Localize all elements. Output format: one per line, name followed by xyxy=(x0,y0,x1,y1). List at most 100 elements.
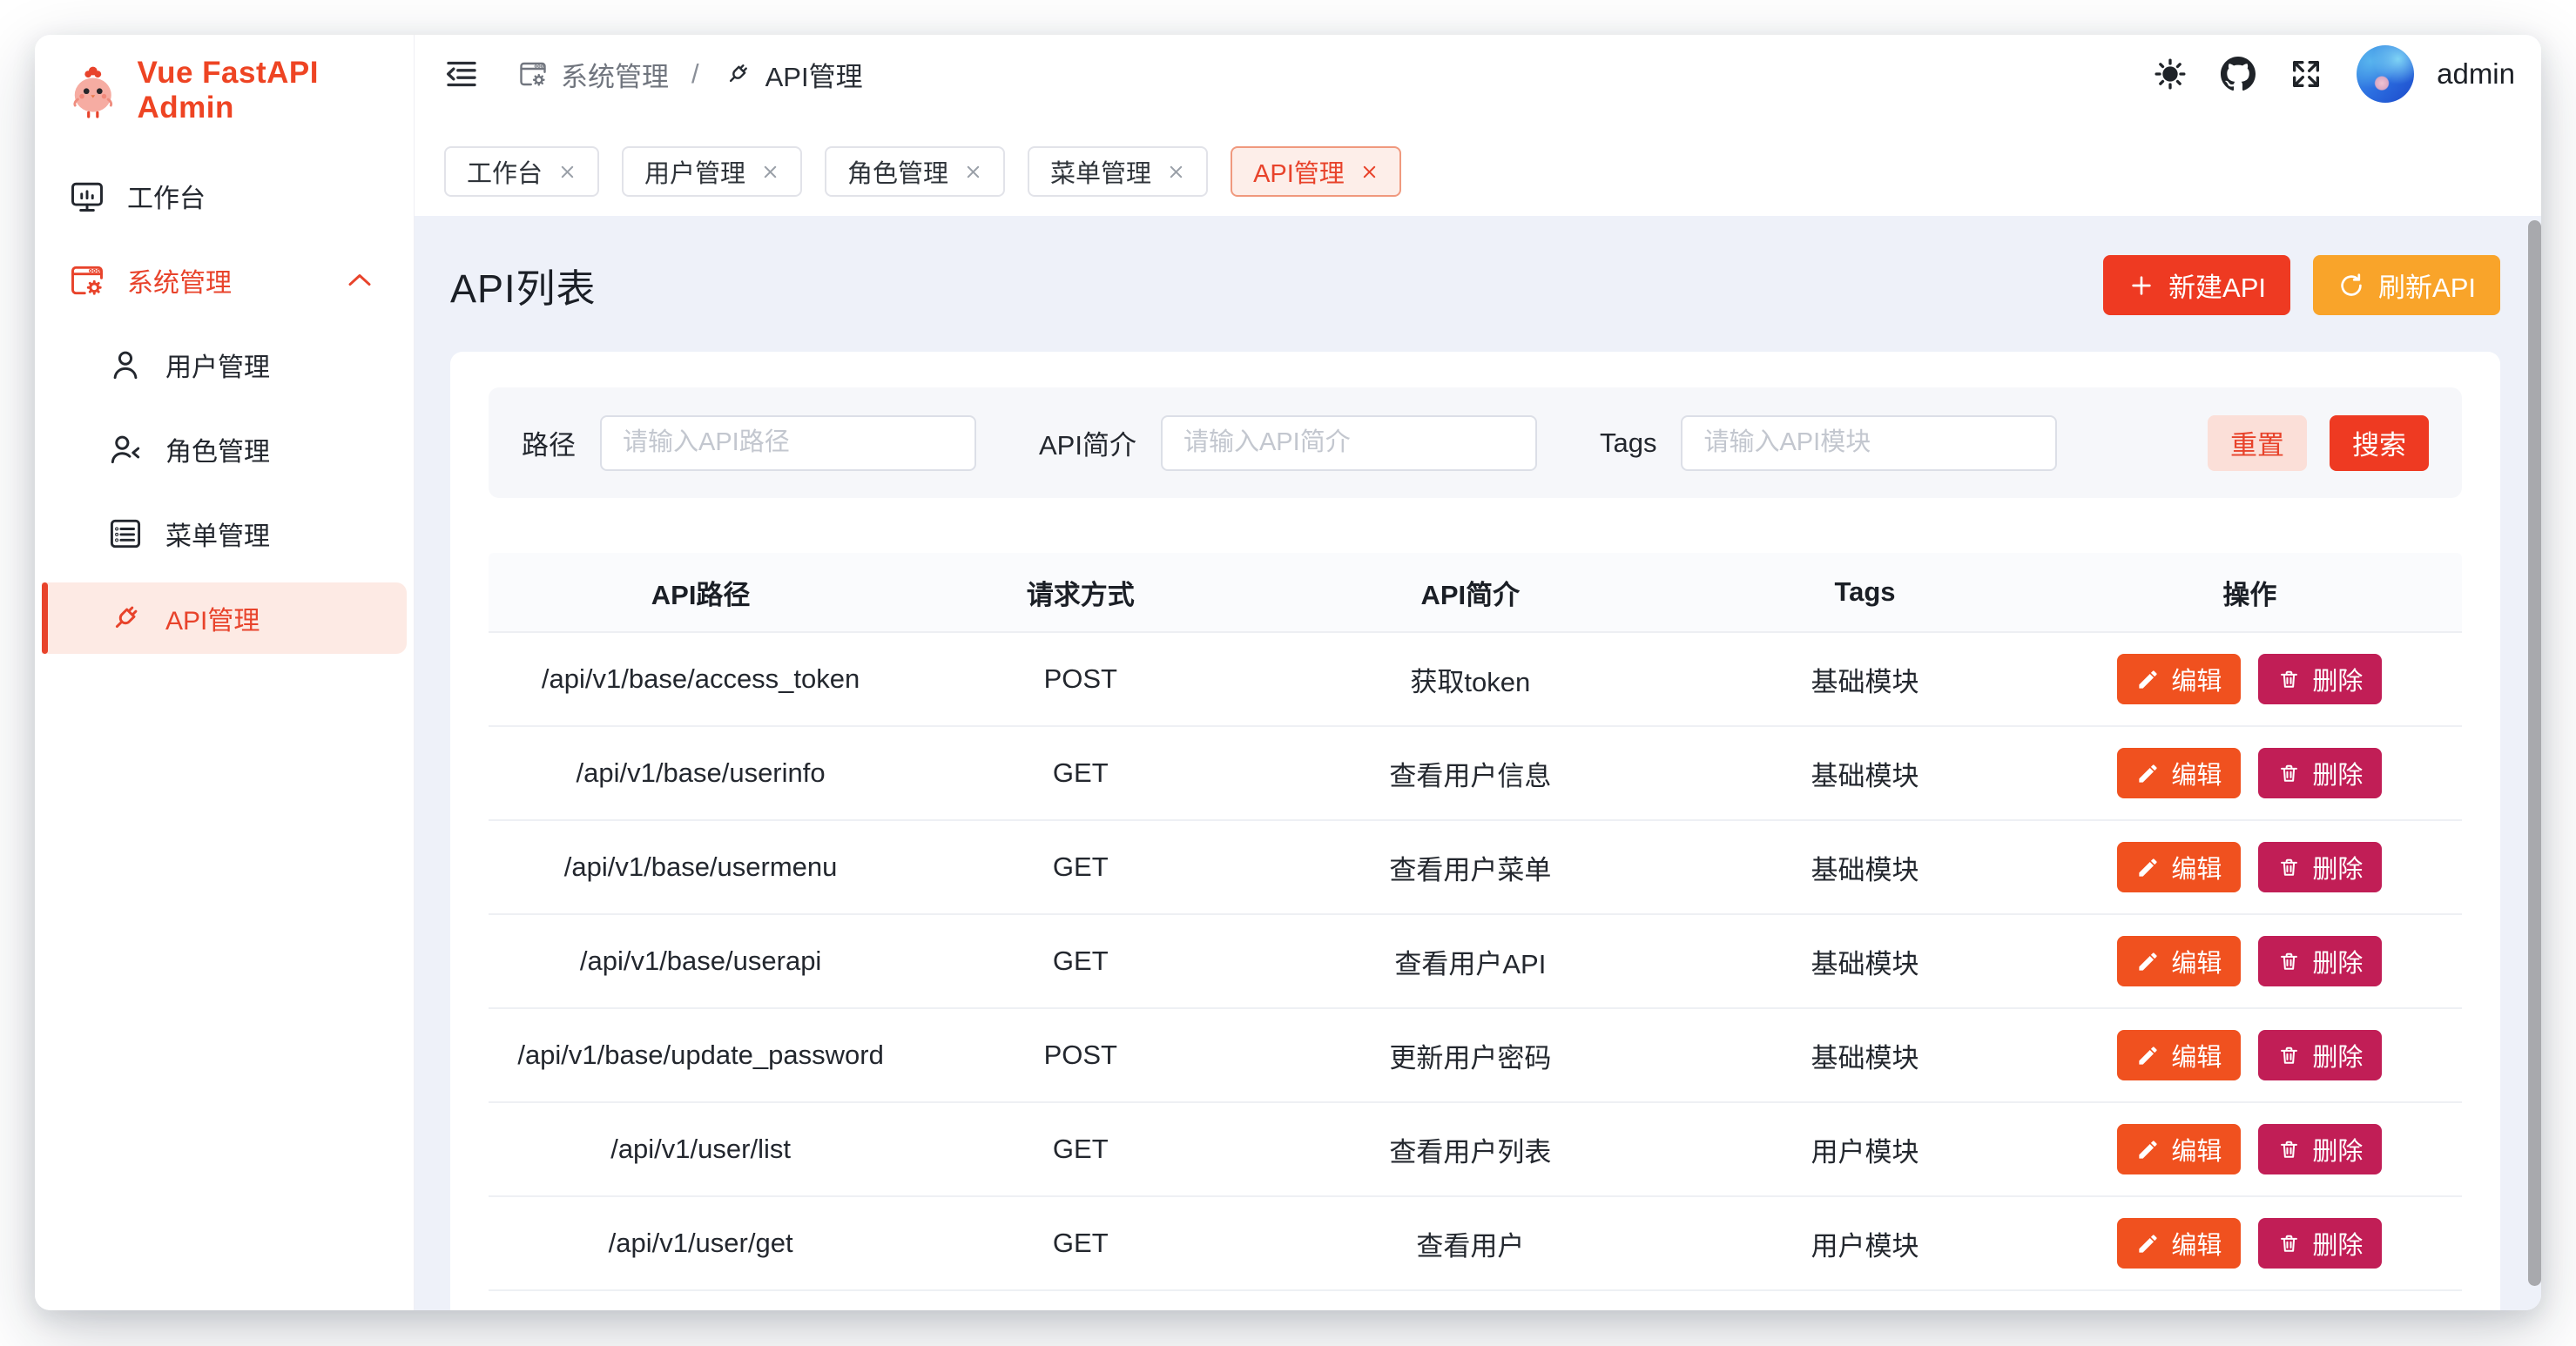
vertical-scrollbar-thumb[interactable] xyxy=(2528,220,2541,1286)
table-row-partial xyxy=(489,1291,2462,1310)
tab-close-icon[interactable] xyxy=(558,163,577,181)
sidebar-menu: 工作台 系统管理 用户管 xyxy=(35,146,414,654)
content-area: API列表 新建API 刷新API 路径 xyxy=(415,216,2541,1310)
tab-label: API管理 xyxy=(1253,153,1345,190)
path-input[interactable] xyxy=(600,415,976,471)
username[interactable]: admin xyxy=(2437,57,2515,91)
delete-button[interactable]: 删除 xyxy=(2258,842,2382,892)
cell-method: GET xyxy=(913,757,1248,789)
fullscreen-icon[interactable] xyxy=(2289,57,2323,91)
breadcrumb-system[interactable]: 系统管理 xyxy=(517,55,669,94)
tab-close-icon[interactable] xyxy=(761,163,779,181)
github-icon[interactable] xyxy=(2221,57,2256,91)
table-row: /api/v1/base/usermenu GET 查看用户菜单 基础模块 编辑… xyxy=(489,821,2462,915)
edit-button[interactable]: 编辑 xyxy=(2117,748,2241,798)
cell-path: /api/v1/base/userapi xyxy=(489,946,913,977)
col-summary: API简介 xyxy=(1248,573,1692,612)
pencil-icon xyxy=(2136,950,2160,973)
trash-icon xyxy=(2277,762,2301,785)
edit-button[interactable]: 编辑 xyxy=(2117,842,2241,892)
breadcrumb-separator: / xyxy=(691,58,699,90)
user-avatar[interactable] xyxy=(2357,45,2414,103)
table-row: /api/v1/base/userapi GET 查看用户API 基础模块 编辑… xyxy=(489,915,2462,1009)
edit-button[interactable]: 编辑 xyxy=(2117,936,2241,986)
reset-button[interactable]: 重置 xyxy=(2208,415,2307,471)
filter-bar: 路径 API简介 Tags 重置 搜索 xyxy=(489,387,2462,498)
tab[interactable]: 菜单管理 xyxy=(1028,146,1208,197)
theme-sun-icon[interactable] xyxy=(2153,57,2188,91)
cell-summary: 获取token xyxy=(1248,660,1692,699)
cell-tags: 基础模块 xyxy=(1692,942,2038,981)
tab[interactable]: API管理 xyxy=(1231,146,1401,197)
cell-path: /api/v1/base/userinfo xyxy=(489,757,913,789)
tab-close-icon[interactable] xyxy=(1167,163,1185,181)
breadcrumb-label: API管理 xyxy=(765,55,863,94)
cell-method: GET xyxy=(913,851,1248,883)
cell-tags: 基础模块 xyxy=(1692,1036,2038,1075)
refresh-api-button[interactable]: 刷新API xyxy=(2313,255,2500,315)
cell-method: GET xyxy=(913,946,1248,977)
sidebar-item-label: 角色管理 xyxy=(165,430,270,468)
summary-input[interactable] xyxy=(1161,415,1537,471)
delete-button[interactable]: 删除 xyxy=(2258,1124,2382,1174)
top-header: 系统管理 / API管理 xyxy=(415,35,2541,113)
cell-tags: 基础模块 xyxy=(1692,848,2038,887)
breadcrumb-label: 系统管理 xyxy=(561,55,669,94)
trash-icon xyxy=(2277,856,2301,879)
breadcrumb: 系统管理 / API管理 xyxy=(517,55,863,94)
tab[interactable]: 工作台 xyxy=(444,146,599,197)
edit-button[interactable]: 编辑 xyxy=(2117,1124,2241,1174)
sidebar-item-roles[interactable]: 角色管理 xyxy=(42,414,407,485)
main-area: 系统管理 / API管理 xyxy=(415,35,2541,1310)
edit-button[interactable]: 编辑 xyxy=(2117,654,2241,704)
cell-tags: 基础模块 xyxy=(1692,660,2038,699)
tab-close-icon[interactable] xyxy=(964,163,982,181)
tab-label: 用户管理 xyxy=(644,153,745,190)
api-list-card: 路径 API简介 Tags 重置 搜索 API路径 请求方式 API简介 Tag… xyxy=(450,352,2500,1310)
cell-path: /api/v1/base/update_password xyxy=(489,1040,913,1071)
tags-input[interactable] xyxy=(1681,415,2057,471)
sidebar-item-api[interactable]: API管理 xyxy=(42,582,407,654)
path-label: 路径 xyxy=(522,423,576,462)
api-table-body: /api/v1/base/access_token POST 获取token 基… xyxy=(489,633,2462,1291)
sidebar-item-label: 用户管理 xyxy=(165,346,270,384)
sidebar-item-workbench[interactable]: 工作台 xyxy=(42,160,407,232)
chick-logo-icon xyxy=(63,59,124,122)
api-plug-icon xyxy=(722,58,753,90)
tags-label: Tags xyxy=(1600,427,1656,459)
sidebar-item-users[interactable]: 用户管理 xyxy=(42,329,407,400)
col-actions: 操作 xyxy=(2038,573,2462,612)
table-row: /api/v1/base/update_password POST 更新用户密码… xyxy=(489,1009,2462,1103)
cell-method: POST xyxy=(913,663,1248,695)
trash-icon xyxy=(2277,950,2301,973)
tab[interactable]: 角色管理 xyxy=(825,146,1005,197)
sidebar-item-system[interactable]: 系统管理 xyxy=(42,245,407,316)
search-button[interactable]: 搜索 xyxy=(2330,415,2429,471)
collapse-sidebar-icon[interactable] xyxy=(444,57,479,91)
new-api-button[interactable]: 新建API xyxy=(2103,255,2290,315)
delete-button[interactable]: 删除 xyxy=(2258,654,2382,704)
table-row: /api/v1/base/access_token POST 获取token 基… xyxy=(489,633,2462,727)
table-row: /api/v1/user/list GET 查看用户列表 用户模块 编辑 删除 xyxy=(489,1103,2462,1197)
app-title: Vue FastAPI Admin xyxy=(138,56,414,125)
pencil-icon xyxy=(2136,1044,2160,1067)
sidebar-item-menus[interactable]: 菜单管理 xyxy=(42,498,407,569)
delete-button[interactable]: 删除 xyxy=(2258,1030,2382,1080)
sidebar-item-label: API管理 xyxy=(165,599,260,637)
tab-close-icon[interactable] xyxy=(1360,163,1379,181)
delete-button[interactable]: 删除 xyxy=(2258,1218,2382,1269)
table-row: /api/v1/base/userinfo GET 查看用户信息 基础模块 编辑… xyxy=(489,727,2462,821)
cell-method: POST xyxy=(913,1040,1248,1071)
cell-tags: 用户模块 xyxy=(1692,1130,2038,1169)
tab[interactable]: 用户管理 xyxy=(622,146,802,197)
summary-label: API简介 xyxy=(1039,423,1136,462)
app-logo[interactable]: Vue FastAPI Admin xyxy=(35,35,414,146)
cell-summary: 查看用户 xyxy=(1248,1224,1692,1263)
delete-button[interactable]: 删除 xyxy=(2258,748,2382,798)
cell-summary: 查看用户菜单 xyxy=(1248,848,1692,887)
edit-button[interactable]: 编辑 xyxy=(2117,1218,2241,1269)
app-window: Vue FastAPI Admin 工作台 系统管理 xyxy=(35,35,2541,1310)
delete-button[interactable]: 删除 xyxy=(2258,936,2382,986)
edit-button[interactable]: 编辑 xyxy=(2117,1030,2241,1080)
breadcrumb-current[interactable]: API管理 xyxy=(722,55,863,94)
